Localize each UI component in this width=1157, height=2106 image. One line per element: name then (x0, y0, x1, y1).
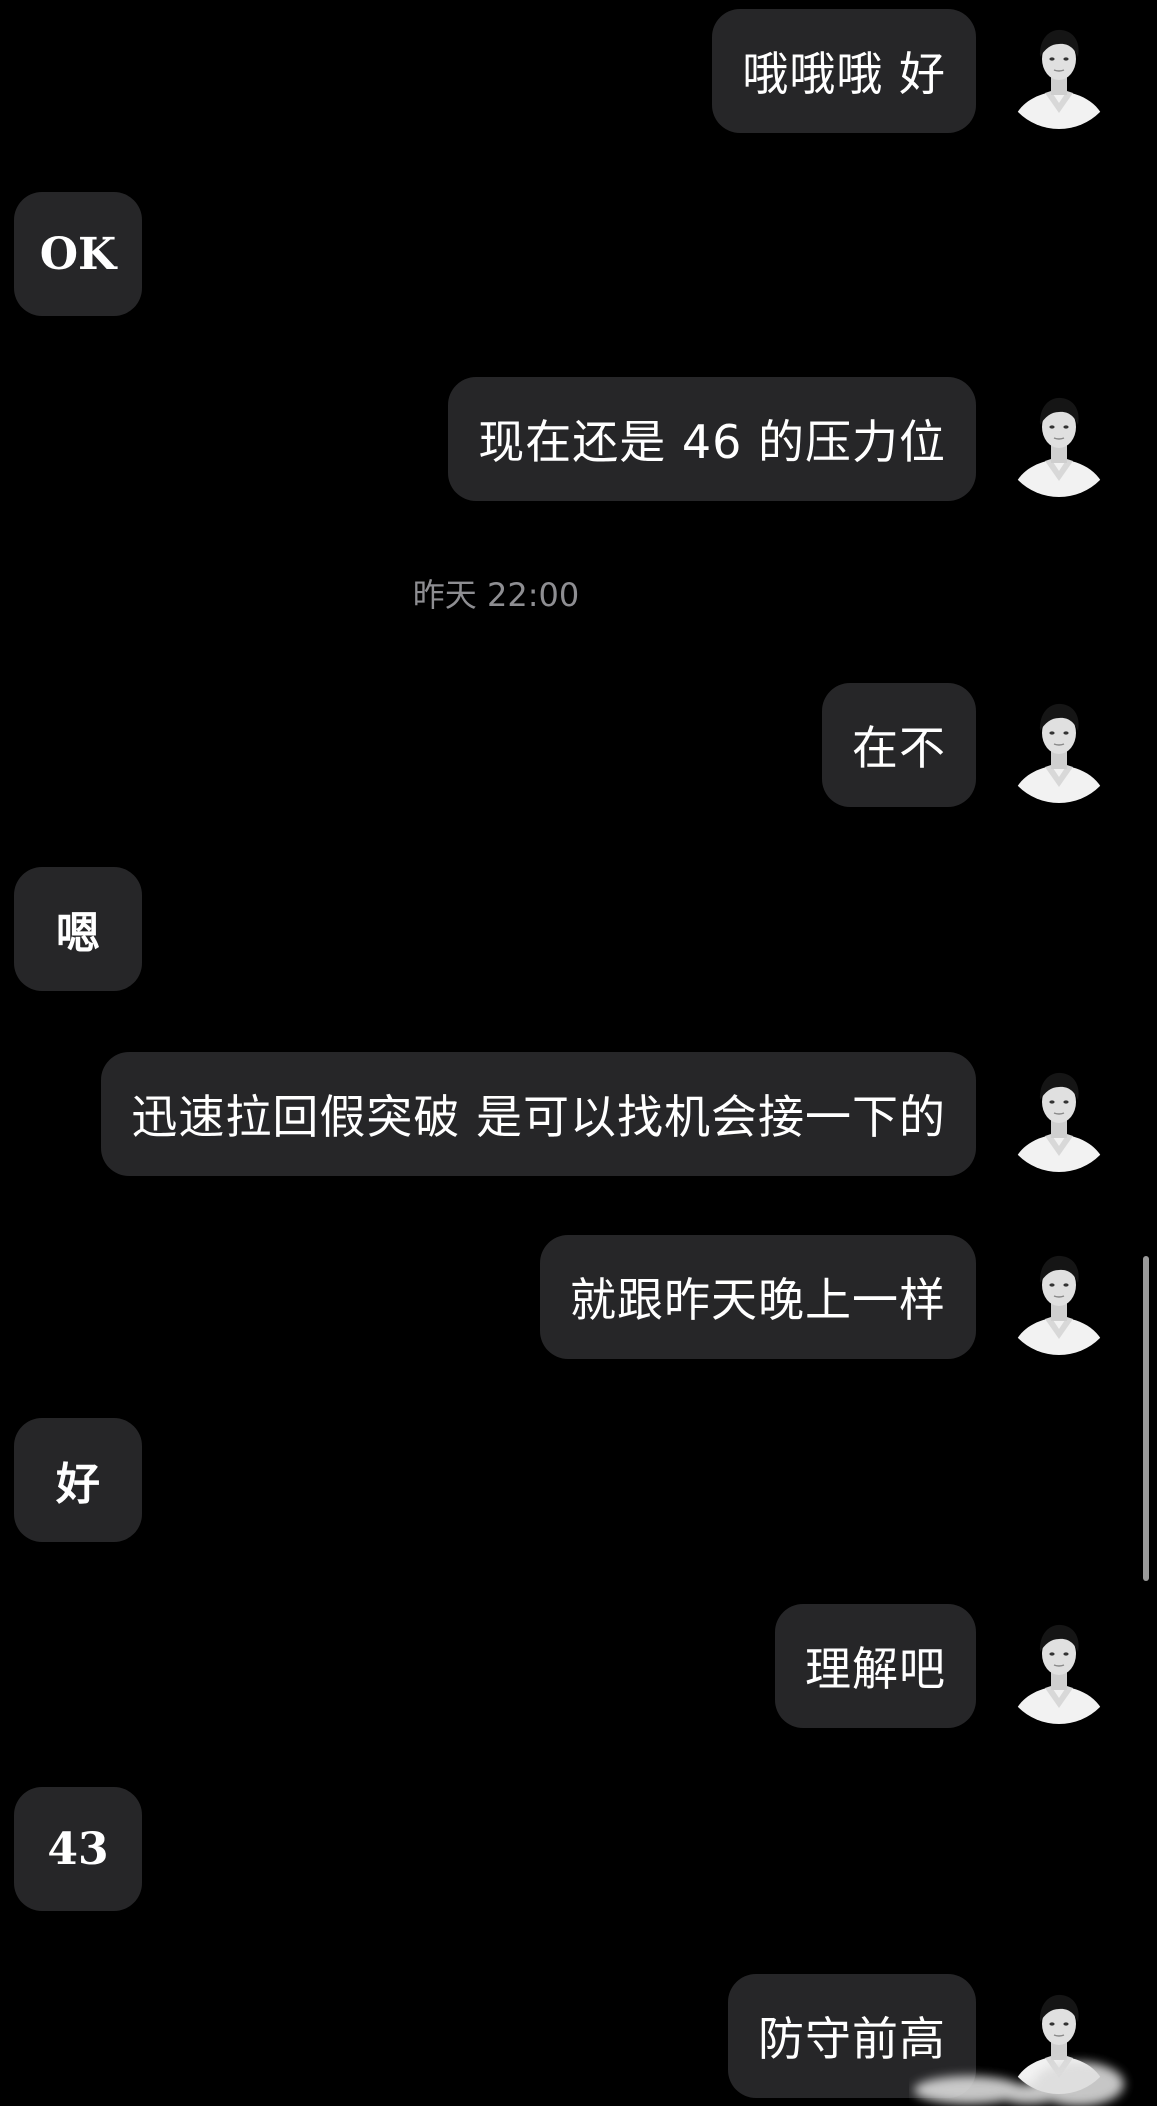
sent-message-bubble[interactable]: 现在还是 46 的压力位 (448, 377, 976, 501)
sent-message-bubble[interactable]: 理解吧 (775, 1604, 976, 1728)
chat-timestamp: 昨天 22:00 (412, 576, 580, 614)
user-avatar-icon[interactable] (1001, 1056, 1117, 1172)
received-message-bubble[interactable]: 好 (14, 1418, 142, 1542)
user-avatar-icon[interactable] (1001, 687, 1117, 803)
received-message-bubble[interactable]: OK (14, 192, 142, 316)
user-avatar-icon[interactable] (1001, 381, 1117, 497)
user-avatar-icon[interactable] (1001, 1608, 1117, 1724)
received-message-bubble[interactable]: 嗯 (14, 867, 142, 991)
sent-message-bubble[interactable]: 就跟昨天晚上一样 (540, 1235, 976, 1359)
sent-message-bubble[interactable]: 在不 (822, 683, 976, 807)
watermark-smudge (914, 2062, 1124, 2106)
sent-message-bubble[interactable]: 迅速拉回假突破 是可以找机会接一下的 (101, 1052, 976, 1176)
sent-message-bubble[interactable]: 哦哦哦 好 (712, 9, 976, 133)
scrollbar[interactable] (1143, 1256, 1149, 1581)
received-message-bubble[interactable]: 43 (14, 1787, 142, 1911)
user-avatar-icon[interactable] (1001, 13, 1117, 129)
user-avatar-icon[interactable] (1001, 1239, 1117, 1355)
